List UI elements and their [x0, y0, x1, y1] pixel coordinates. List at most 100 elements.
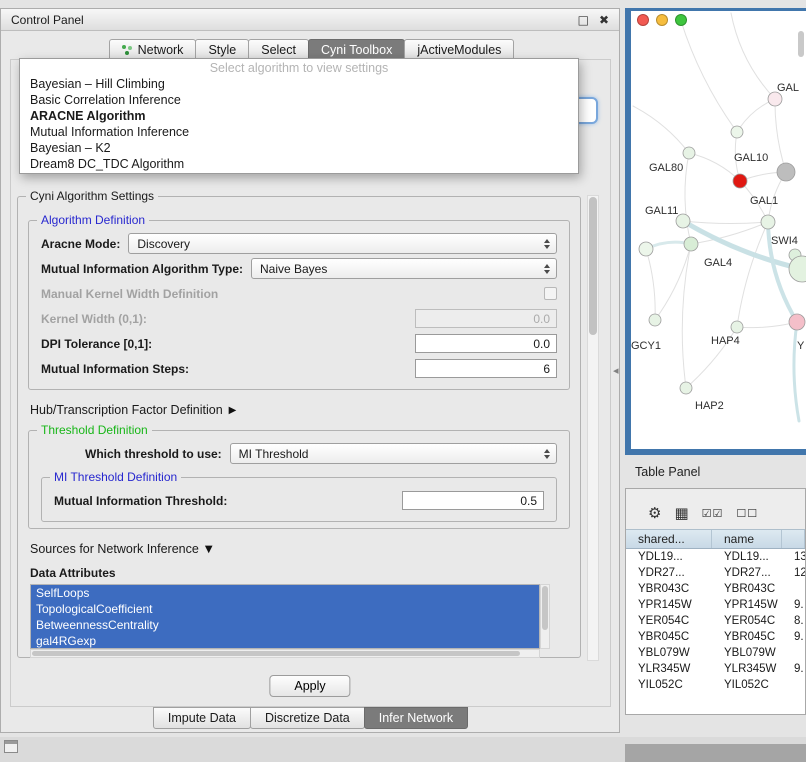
settings-scrollbar[interactable]	[587, 195, 599, 661]
which-threshold-row: Which threshold to use: MI Threshold	[41, 443, 557, 464]
network-node-label: GAL80	[649, 162, 683, 174]
dpi-tolerance-field[interactable]: 0.0	[415, 334, 557, 353]
network-node-gal80[interactable]	[683, 147, 695, 159]
combo-arrows-icon	[538, 449, 550, 459]
attribute-item-selfloops[interactable]: SelfLoops	[31, 585, 539, 601]
table-cell: YBL079W	[712, 645, 782, 661]
dock-panel-icon[interactable]	[4, 740, 18, 753]
algorithm-option-bayesian-hill-climbing[interactable]: Bayesian – Hill Climbing	[20, 76, 578, 92]
network-canvas[interactable]: GAL80GALGAL10GAL11GAL1SWI4GAL4GCY1HAP4YH…	[631, 11, 806, 449]
table-row[interactable]: YPR145WYPR145W9.	[626, 597, 805, 613]
algorithm-menu: Select algorithm to view settings Bayesi…	[19, 58, 579, 174]
mi-steps-row: Mutual Information Steps: 6	[41, 358, 557, 379]
splitter-collapse-icon[interactable]: ◂	[613, 364, 619, 377]
close-traffic-icon[interactable]	[637, 14, 649, 26]
algorithm-option-basic-correlation-inference[interactable]: Basic Correlation Inference	[20, 92, 578, 108]
dpi-tolerance-row: DPI Tolerance [0,1]: 0.0	[41, 333, 557, 354]
network-node[interactable]	[777, 163, 795, 181]
algorithm-option-mutual-information-inference[interactable]: Mutual Information Inference	[20, 124, 578, 140]
column-header-name[interactable]: name	[712, 530, 782, 548]
data-attributes-list: SelfLoopsTopologicalCoefficientBetweenne…	[30, 584, 550, 658]
network-node-hap4[interactable]	[731, 321, 743, 333]
network-node[interactable]	[789, 314, 805, 330]
attribute-item-betweennesscentrality[interactable]: BetweennessCentrality	[31, 617, 539, 633]
network-edge	[682, 244, 691, 388]
table-cell: YDL19...	[626, 549, 712, 565]
network-node-gal1[interactable]	[761, 215, 775, 229]
kernel-width-field[interactable]: 0.0	[415, 309, 557, 328]
tab-discretize-data[interactable]: Discretize Data	[250, 707, 365, 729]
table-row[interactable]: YDL19...YDL19...13	[626, 549, 805, 565]
tab-cyni-toolbox[interactable]: Cyni Toolbox	[308, 39, 405, 60]
table-cell: YDR27...	[712, 565, 782, 581]
network-node-gal4[interactable]	[684, 237, 698, 251]
table-cell: YIL052C	[712, 677, 782, 693]
network-node[interactable]	[639, 242, 653, 256]
group-title: Threshold Definition	[37, 423, 152, 437]
network-icon	[122, 44, 133, 55]
combo-value: Naive Bayes	[260, 262, 327, 276]
minimize-traffic-icon[interactable]	[656, 14, 668, 26]
column-header-shared[interactable]: shared...	[626, 530, 712, 548]
algorithm-option-dream8-dc-tdc-algorithm[interactable]: Dream8 DC_TDC Algorithm	[20, 156, 578, 172]
field-value: 0.5	[520, 494, 537, 508]
field-value: 0.0	[533, 337, 550, 351]
network-node[interactable]	[731, 126, 743, 138]
tab-network[interactable]: Network	[109, 39, 197, 60]
algorithm-option-aracne-algorithm[interactable]: ARACNE Algorithm	[20, 108, 578, 124]
manual-kernel-width-checkbox[interactable]	[544, 287, 557, 300]
table-cell	[782, 645, 805, 661]
select-all-icon[interactable]: ☑☑	[702, 507, 724, 520]
hub-section-toggle[interactable]: Hub/Transcription Factor Definition ▶	[30, 403, 568, 417]
combo-arrows-icon	[538, 264, 550, 274]
table-row[interactable]: YIL052CYIL052C	[626, 677, 805, 693]
table-row[interactable]: YER054CYER054C8.	[626, 613, 805, 629]
manual-kernel-row: Manual Kernel Width Definition	[41, 283, 557, 304]
network-node-gal10[interactable]	[733, 174, 747, 188]
apply-button[interactable]: Apply	[269, 675, 350, 697]
table-row[interactable]: YDR27...YDR27...12	[626, 565, 805, 581]
sources-section-toggle[interactable]: Sources for Network Inference ▼	[30, 542, 568, 556]
which-threshold-combo[interactable]: MI Threshold	[230, 443, 557, 464]
table-row[interactable]: YBR045CYBR045C9.	[626, 629, 805, 645]
cyni-settings-group: Cyni Algorithm Settings Algorithm Defini…	[17, 196, 581, 658]
mi-threshold-field[interactable]: 0.5	[402, 491, 544, 510]
network-node-hap2[interactable]	[680, 382, 692, 394]
attributes-vertical-scrollbar[interactable]	[540, 584, 550, 649]
tab-jactivemodules[interactable]: jActiveModules	[404, 39, 514, 60]
zoom-traffic-icon[interactable]	[675, 14, 687, 26]
clear-selection-icon[interactable]: ☐☐	[736, 507, 758, 520]
algorithm-option-bayesian-k2[interactable]: Bayesian – K2	[20, 140, 578, 156]
tab-select[interactable]: Select	[248, 39, 309, 60]
mi-algorithm-type-combo[interactable]: Naive Bayes	[251, 258, 557, 279]
network-node-gcy1[interactable]	[649, 314, 661, 326]
network-node-label: GAL11	[645, 205, 678, 217]
table-panel-title: Table Panel	[635, 465, 700, 479]
bottom-tabs: Impute DataDiscretize DataInfer Network	[1, 707, 619, 729]
tab-impute-data[interactable]: Impute Data	[153, 707, 251, 729]
attribute-item-topologicalcoefficient[interactable]: TopologicalCoefficient	[31, 601, 539, 617]
columns-icon[interactable]: ▦	[674, 504, 688, 522]
attributes-horizontal-scrollbar[interactable]	[30, 649, 540, 658]
aracne-mode-combo[interactable]: Discovery	[128, 233, 557, 254]
table-row[interactable]: YLR345WYLR345W9.	[626, 661, 805, 677]
tab-style[interactable]: Style	[195, 39, 249, 60]
combo-value: Discovery	[137, 237, 190, 251]
network-node-label: Y	[797, 340, 805, 352]
tab-infer-network[interactable]: Infer Network	[364, 707, 468, 729]
gear-icon[interactable]: ⚙	[648, 504, 661, 522]
attribute-item-gal4rgexp[interactable]: gal4RGexp	[31, 633, 539, 649]
aracne-mode-row: Aracne Mode: Discovery	[41, 233, 557, 254]
float-icon[interactable]: □	[578, 13, 589, 27]
mi-steps-field[interactable]: 6	[415, 359, 557, 378]
kernel-width-label: Kernel Width (0,1):	[41, 312, 147, 326]
close-icon[interactable]: ✖	[599, 13, 609, 27]
table-row[interactable]: YBR043CYBR043C	[626, 581, 805, 597]
table-toolbar: ⚙ ▦ ☑☑ ☐☐	[626, 489, 805, 529]
network-node-gal[interactable]	[768, 92, 782, 106]
network-scrollbar[interactable]	[798, 31, 804, 57]
table-row[interactable]: YBL079WYBL079W	[626, 645, 805, 661]
mi-type-row: Mutual Information Algorithm Type: Naive…	[41, 258, 557, 279]
column-header[interactable]	[782, 530, 805, 548]
table-panel-window: ⚙ ▦ ☑☑ ☐☐ shared...name YDL19...YDL19...…	[625, 488, 806, 715]
